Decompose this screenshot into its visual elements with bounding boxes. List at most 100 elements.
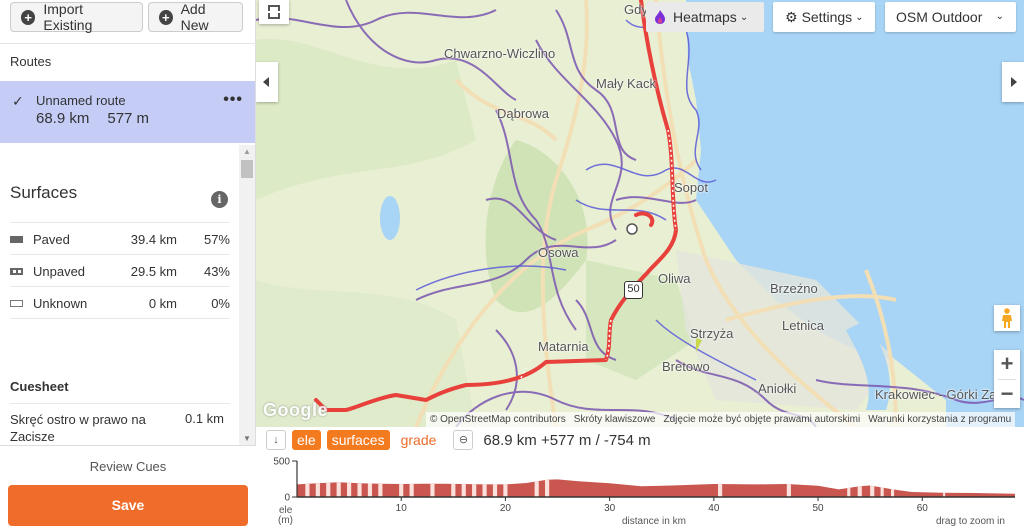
surface-label: Unknown <box>33 296 88 311</box>
scroll-up-icon[interactable]: ▲ <box>243 147 251 156</box>
unpaved-segment <box>347 479 352 497</box>
y-tick-label: 500 <box>273 457 290 468</box>
expand-right-panel-button[interactable] <box>1002 62 1024 102</box>
heatmaps-dropdown[interactable]: Heatmaps ⌄ <box>646 2 764 32</box>
collapse-sidebar-button[interactable] <box>256 62 278 102</box>
place-label: Oliwa <box>658 271 691 286</box>
unpaved-segment <box>378 479 383 497</box>
cuesheet-title: Cuesheet <box>10 379 69 394</box>
surface-km: 0 km <box>148 296 177 311</box>
tab-surfaces[interactable]: surfaces <box>326 430 390 450</box>
place-label: Aniołki <box>758 381 797 396</box>
terms-link[interactable]: Warunki korzystania z programu <box>864 412 1016 427</box>
surfaces-title: Surfaces <box>10 183 78 202</box>
import-existing-label: Import Existing <box>43 1 93 33</box>
save-button[interactable]: Save <box>8 485 248 526</box>
scroll-down-icon[interactable]: ▼ <box>243 434 251 443</box>
place-label: Sopot <box>674 180 708 195</box>
route-list-item[interactable]: ✓ Unnamed route 68.9 km 577 m ••• <box>0 81 255 143</box>
sidebar: + Import Existing + Add New Routes ✓ Unn… <box>0 0 256 527</box>
divider <box>10 403 230 404</box>
forest-area <box>256 38 476 200</box>
elevation-summary: 68.9 km +577 m / -754 m <box>483 431 651 449</box>
copyright-notice: Zdjęcie może być objęte prawami autorski… <box>659 412 865 427</box>
map-attribution: © OpenStreetMap contributors Skróty klaw… <box>426 412 1024 427</box>
unpaved-segment <box>880 479 884 497</box>
check-icon: ✓ <box>12 93 24 109</box>
magnifier-icon: ⊖ <box>458 434 469 446</box>
chevron-down-icon: ⌄ <box>995 11 1004 22</box>
elevation-area <box>297 479 1015 497</box>
surface-label: Unpaved <box>33 264 86 279</box>
fullscreen-icon <box>274 13 280 19</box>
x-tick-label: 10 <box>396 503 408 514</box>
place-label: Gdy <box>624 2 648 17</box>
place-label: Letnica <box>782 318 824 333</box>
map-view[interactable]: Gdy Chwarzno-Wiczlino Mały Kack Dąbrowa Sopo… <box>256 0 1024 427</box>
route-distance: 68.9 km <box>36 110 90 127</box>
map-canvas[interactable] <box>256 0 1024 427</box>
surface-row-paved: Paved 39.4 km 57% <box>10 222 230 254</box>
place-label: Brzeźno <box>770 281 818 296</box>
unpaved-segment <box>847 479 851 497</box>
unpaved-segment <box>492 479 498 497</box>
unpaved-swatch-icon <box>10 268 23 275</box>
unpaved-segment <box>336 479 341 497</box>
review-cues-button[interactable]: Review Cues <box>0 459 256 474</box>
x-tick-label: 30 <box>604 503 616 514</box>
unpaved-segment <box>943 479 946 497</box>
sidebar-scrollbar[interactable]: ▲ ▼ <box>239 145 255 445</box>
unknown-swatch-icon <box>10 300 23 307</box>
route-details-panel: Surfaces i Paved 39.4 km 57% Unpaved 29.… <box>0 145 256 445</box>
add-new-button[interactable]: + Add New <box>148 1 243 33</box>
unpaved-segment <box>430 479 435 497</box>
google-logo: Google <box>263 400 328 420</box>
import-existing-button[interactable]: + Import Existing <box>10 1 143 33</box>
info-icon[interactable]: i <box>211 191 228 208</box>
add-new-label: Add New <box>180 1 209 33</box>
street-view-pegman[interactable] <box>994 305 1020 331</box>
arrow-down-icon: ↓ <box>273 434 279 446</box>
scrollbar-thumb[interactable] <box>241 160 253 178</box>
divider <box>10 318 230 319</box>
osm-attribution-link[interactable]: © OpenStreetMap contributors <box>426 412 570 427</box>
tab-grade[interactable]: grade <box>396 430 442 450</box>
unpaved-segment <box>857 479 862 497</box>
fullscreen-icon <box>274 5 280 11</box>
fullscreen-button[interactable] <box>259 0 289 24</box>
place-label: Dąbrowa <box>497 106 550 121</box>
lake <box>380 196 400 240</box>
surface-km: 29.5 km <box>130 264 177 279</box>
place-label: Matarnia <box>538 339 589 354</box>
x-axis-label: distance in km <box>622 516 686 527</box>
tab-ele[interactable]: ele <box>292 430 321 450</box>
settings-dropdown[interactable]: ⚙ Settings ⌄ <box>773 2 875 32</box>
route-distance-marker[interactable]: 50 <box>624 281 643 299</box>
unpaved-segment <box>472 479 477 497</box>
unpaved-segment <box>870 479 875 497</box>
divider <box>0 43 256 44</box>
zoom-in-button[interactable]: + <box>994 350 1020 379</box>
route-name: Unnamed route <box>36 93 126 108</box>
place-label: Strzyża <box>690 326 734 341</box>
collapse-elevation-button[interactable]: ↓ <box>266 430 286 450</box>
unpaved-segment <box>890 479 895 497</box>
paved-swatch-icon <box>10 236 23 243</box>
zoom-out-chart-button[interactable]: ⊖ <box>453 430 474 450</box>
route-elevation: 577 m <box>107 110 150 127</box>
gear-icon: ⚙ <box>785 8 798 25</box>
unpaved-segment <box>399 479 404 497</box>
map-layer-select[interactable]: OSM Outdoor ⌄ <box>885 2 1016 32</box>
heatmaps-label: Heatmaps <box>673 9 737 25</box>
more-options-icon[interactable]: ••• <box>223 91 243 109</box>
cue-instruction[interactable]: Skręć ostro w prawo na Zacisze <box>10 411 160 445</box>
unpaved-segment <box>461 479 466 497</box>
plus-circle-icon: + <box>159 9 173 25</box>
chevron-down-icon: ⌄ <box>739 11 749 23</box>
routes-header: Routes <box>10 54 52 69</box>
zoom-out-button[interactable]: − <box>994 380 1020 409</box>
y-axis-unit: (m) <box>278 515 293 526</box>
place-label: Chwarzno-Wiczlino <box>444 46 556 61</box>
keyboard-shortcuts-link[interactable]: Skróty klawiszowe <box>569 412 660 427</box>
unpaved-segment <box>326 479 331 497</box>
